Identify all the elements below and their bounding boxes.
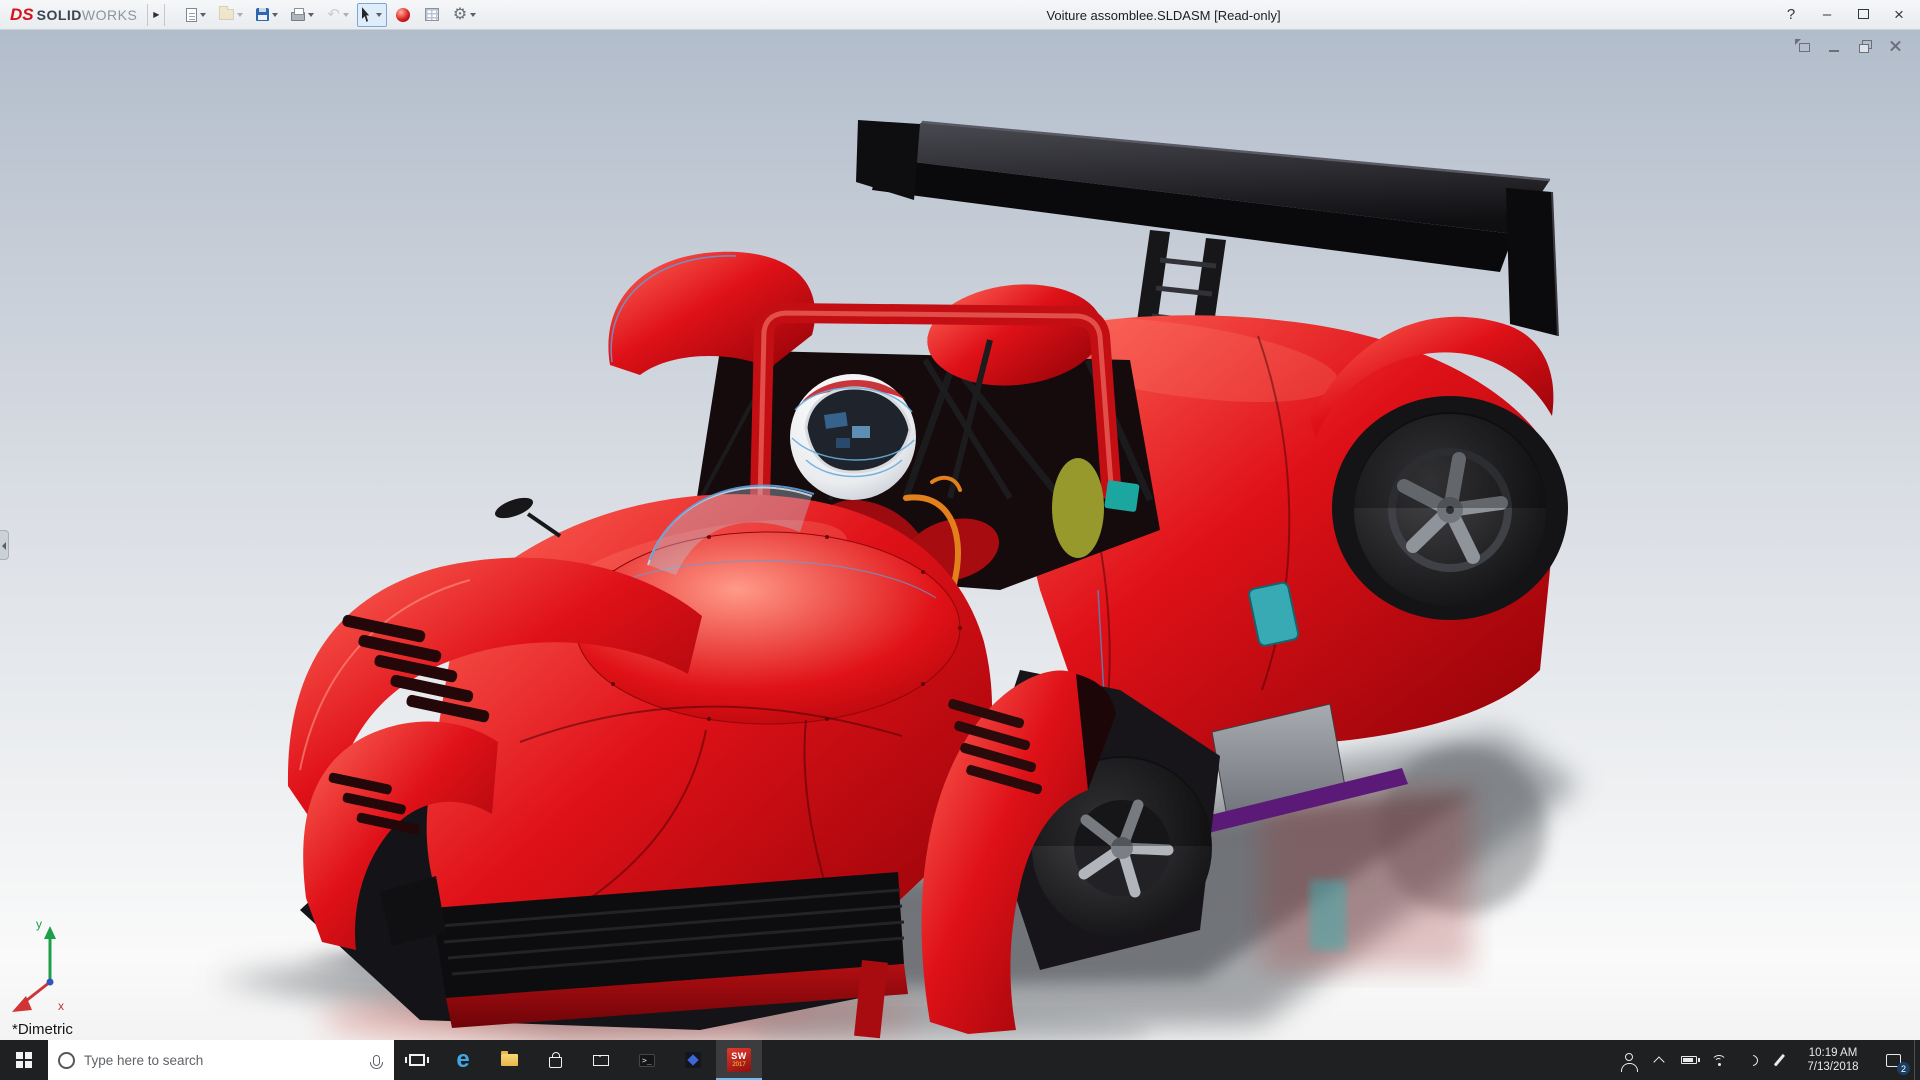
dropdown-arrow-icon[interactable] — [343, 13, 349, 17]
dropdown-arrow-icon[interactable] — [308, 13, 314, 17]
notification-badge: 2 — [1897, 1062, 1910, 1075]
select-tool-button[interactable] — [357, 3, 387, 27]
solidworks-app-icon: SW 2017 — [727, 1048, 751, 1072]
side-mirror — [492, 494, 560, 536]
mail-button[interactable] — [578, 1040, 624, 1080]
people-button[interactable] — [1614, 1040, 1644, 1080]
speaker-icon — [1741, 1054, 1757, 1066]
folder-icon — [501, 1054, 518, 1066]
new-document-icon — [186, 8, 197, 22]
person-icon — [1625, 1053, 1633, 1061]
doc-restore-icon[interactable] — [1857, 39, 1873, 54]
doc-minimize-icon[interactable] — [1826, 39, 1842, 54]
menu-flyout-arrow[interactable] — [147, 4, 165, 26]
taskbar-search-box[interactable] — [48, 1040, 394, 1080]
action-center-button[interactable]: 2 — [1872, 1040, 1914, 1080]
rear-wheel — [1354, 412, 1546, 606]
triad-x-label: x — [58, 999, 64, 1013]
undo-button[interactable] — [322, 3, 354, 27]
gear-icon — [453, 6, 467, 24]
ds-logo-mark: DS — [10, 5, 34, 25]
doc-close-icon[interactable] — [1888, 39, 1904, 54]
titlebar: DS SOLID WORKS Voiture assomblee.SLDASM … — [0, 0, 1920, 30]
quick-access-toolbar — [181, 3, 481, 27]
car-3d-model[interactable]: x y — [0, 30, 1920, 1040]
appearance-button[interactable] — [390, 3, 416, 27]
dropdown-arrow-icon[interactable] — [470, 13, 476, 17]
view-orientation-label: *Dimetric — [12, 1021, 73, 1038]
task-view-button[interactable] — [394, 1040, 440, 1080]
print-button[interactable] — [286, 3, 319, 27]
save-button[interactable] — [251, 3, 283, 27]
terminal-button[interactable] — [624, 1040, 670, 1080]
float-window-icon[interactable] — [1795, 39, 1811, 54]
open-button[interactable] — [214, 3, 248, 27]
hidden-icons-button[interactable] — [1644, 1040, 1674, 1080]
minimize-button[interactable]: – — [1820, 7, 1834, 22]
solidworks-logo: DS SOLID WORKS — [10, 5, 137, 25]
undo-arrow-icon — [327, 6, 340, 24]
print-icon — [291, 12, 305, 21]
options-button[interactable] — [448, 3, 481, 27]
open-folder-icon — [219, 9, 234, 20]
help-button[interactable]: ? — [1784, 7, 1798, 22]
clock-date: 7/13/2018 — [1807, 1060, 1858, 1074]
cube-app-icon — [685, 1052, 701, 1068]
windows-ink-button[interactable] — [1764, 1040, 1794, 1080]
task-view-icon — [409, 1054, 425, 1066]
triad-y-label: y — [36, 917, 42, 931]
store-bag-icon — [549, 1057, 562, 1068]
dropdown-arrow-icon[interactable] — [200, 13, 206, 17]
maximize-button[interactable] — [1856, 7, 1870, 22]
window-controls: ? – × — [1784, 6, 1920, 23]
search-input[interactable] — [84, 1053, 364, 1068]
battery-button[interactable] — [1674, 1040, 1704, 1080]
clock-time: 10:19 AM — [1809, 1046, 1858, 1060]
mail-envelope-icon — [593, 1055, 609, 1066]
solidworks-taskbar-button[interactable]: SW 2017 — [716, 1040, 762, 1080]
chevron-up-icon — [1653, 1056, 1664, 1067]
battery-icon — [1681, 1056, 1697, 1064]
save-floppy-icon — [256, 8, 269, 21]
system-tray: 10:19 AM 7/13/2018 2 — [1614, 1040, 1920, 1080]
file-explorer-button[interactable] — [486, 1040, 532, 1080]
network-button[interactable] — [1704, 1040, 1734, 1080]
windows-logo-icon — [16, 1052, 32, 1068]
show-desktop-button[interactable] — [1914, 1040, 1920, 1080]
wifi-icon — [1711, 1055, 1727, 1066]
close-button[interactable]: × — [1892, 6, 1906, 23]
windows-taskbar: SW 2017 10:19 AM 7/13/2018 2 — [0, 1040, 1920, 1080]
design-table-icon — [425, 8, 439, 21]
volume-button[interactable] — [1734, 1040, 1764, 1080]
store-button[interactable] — [532, 1040, 578, 1080]
appearance-sphere-icon — [396, 8, 410, 22]
design-table-button[interactable] — [419, 3, 445, 27]
window-title: Voiture assomblee.SLDASM [Read-only] — [1046, 8, 1280, 23]
document-window-controls — [1795, 39, 1904, 54]
pen-icon — [1774, 1054, 1785, 1066]
taskbar-clock[interactable]: 10:19 AM 7/13/2018 — [1794, 1040, 1872, 1080]
edge-icon — [456, 1048, 469, 1072]
start-button[interactable] — [0, 1040, 48, 1080]
dropdown-arrow-icon[interactable] — [237, 13, 243, 17]
orientation-triad: x y — [12, 917, 64, 1013]
feature-manager-collapse-handle[interactable] — [0, 530, 9, 560]
select-cursor-icon — [362, 7, 373, 22]
maximize-icon — [1858, 9, 1869, 19]
graphics-area[interactable]: x y *Dimetric — [0, 30, 1920, 1040]
new-document-button[interactable] — [181, 3, 211, 27]
cortana-icon[interactable] — [58, 1052, 75, 1069]
edge-button[interactable] — [440, 1040, 486, 1080]
terminal-icon — [639, 1054, 655, 1067]
microphone-icon[interactable] — [373, 1055, 380, 1066]
dropdown-arrow-icon[interactable] — [272, 13, 278, 17]
cube-app-button[interactable] — [670, 1040, 716, 1080]
dropdown-arrow-icon[interactable] — [376, 13, 382, 17]
